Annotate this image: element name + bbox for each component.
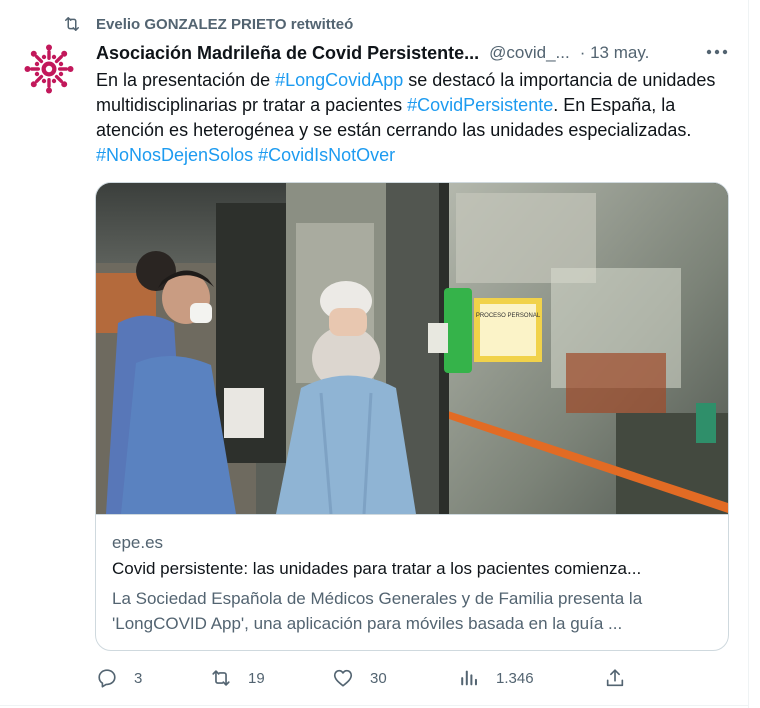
like-count: 30 xyxy=(370,669,387,687)
timeline-border-right xyxy=(748,0,749,708)
more-icon xyxy=(706,49,728,55)
tweet-text: En la presentación de #LongCovidApp se d… xyxy=(96,68,726,168)
share-icon xyxy=(606,669,624,687)
card-description: La Sociedad Española de Médicos Generale… xyxy=(112,589,643,633)
tweet-timestamp[interactable]: · 13 may. xyxy=(580,43,650,63)
hashtag-covidpersistente[interactable]: #CovidPersistente xyxy=(407,95,553,115)
more-options-button[interactable] xyxy=(704,42,730,62)
hashtag-nonosdejensolos[interactable]: #NoNosDejenSolos xyxy=(96,145,253,165)
views-count: 1.346 xyxy=(496,669,534,687)
retweet-button[interactable]: 19 xyxy=(210,664,265,692)
author-handle[interactable]: @covid_... xyxy=(489,43,570,63)
retweet-banner-text: Evelio GONZALEZ PRIETO retwitteó xyxy=(96,15,354,33)
card-image[interactable]: PROCESO PERSONAL xyxy=(96,183,728,515)
views-icon xyxy=(461,670,477,686)
link-card[interactable]: PROCESO PERSONAL epe.es Covid persistent… xyxy=(95,182,729,651)
door-sign-text: PROCESO PERSONAL xyxy=(476,313,541,319)
tweet-header: Asociación Madrileña de Covid Persistent… xyxy=(96,40,736,66)
views-button[interactable]: 1.346 xyxy=(458,664,534,692)
timeline-border-bottom xyxy=(0,705,748,706)
reply-button[interactable]: 3 xyxy=(96,664,142,692)
hashtag-longcovidapp[interactable]: #LongCovidApp xyxy=(275,70,403,90)
retweet-banner[interactable]: Evelio GONZALEZ PRIETO retwitteó xyxy=(62,12,353,36)
reply-count: 3 xyxy=(134,669,143,687)
author-name[interactable]: Asociación Madrileña de Covid Persistent… xyxy=(96,43,479,64)
like-icon xyxy=(333,669,353,687)
author-avatar[interactable] xyxy=(22,42,76,96)
share-button[interactable] xyxy=(604,664,642,692)
tweet-actions: 3 19 30 1.346 xyxy=(96,664,736,692)
tweet-text-part: En la presentación de xyxy=(96,70,276,90)
reply-icon xyxy=(98,669,116,688)
card-title: Covid persistente: las unidades para tra… xyxy=(112,559,642,578)
retweet-count: 19 xyxy=(248,669,265,687)
retweet-icon xyxy=(212,670,230,686)
like-button[interactable]: 30 xyxy=(332,664,387,692)
hashtag-covidisnotover[interactable]: #CovidIsNotOver xyxy=(258,145,395,165)
card-domain: epe.es xyxy=(112,533,164,552)
retweet-icon xyxy=(65,17,79,31)
